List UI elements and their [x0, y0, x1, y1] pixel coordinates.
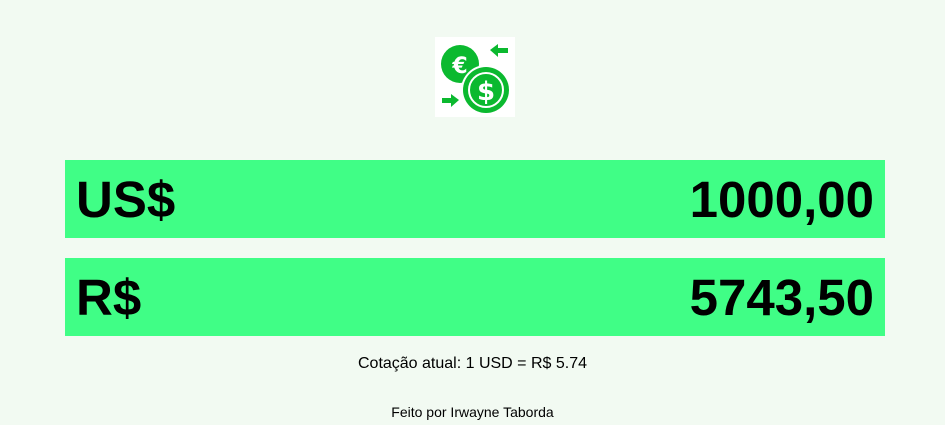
usd-amount-input[interactable]: 1000,00	[474, 174, 874, 225]
svg-text:$: $	[477, 77, 495, 107]
usd-row: US$ 1000,00	[65, 160, 885, 238]
brl-amount-input[interactable]: 5743,50	[474, 272, 874, 323]
svg-text:€: €	[451, 54, 467, 79]
usd-label: US$	[76, 170, 176, 228]
footer-credit: Feito por Irwayne Taborda	[391, 404, 554, 420]
brl-label: R$	[76, 268, 142, 326]
brl-row: R$ 5743,50	[65, 258, 885, 336]
exchange-rate-text: Cotação atual: 1 USD = R$ 5.74	[357, 355, 588, 372]
currency-exchange-icon: € $	[435, 37, 515, 117]
